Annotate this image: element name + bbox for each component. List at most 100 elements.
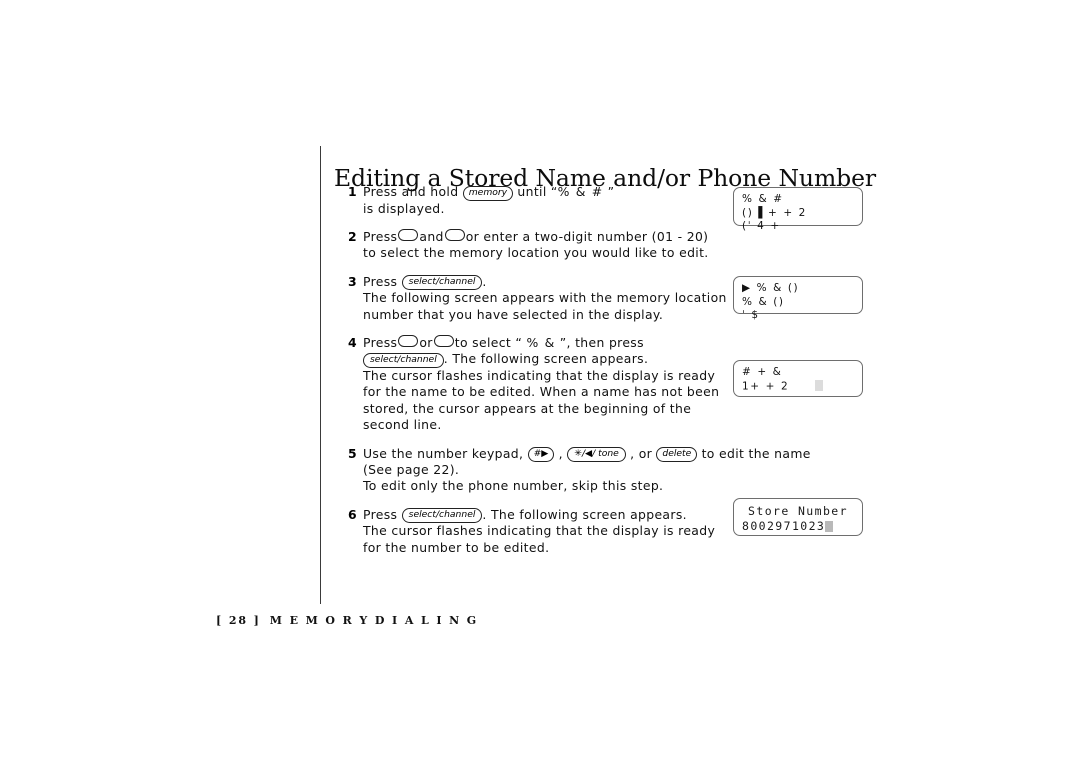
step-number: 6: [348, 506, 357, 522]
step-line: select/channel. The following screen app…: [363, 351, 728, 368]
lcd-display-2: ▶ % & () % & () ˈ $: [733, 276, 863, 321]
step-line: To edit only the phone number, skip this…: [363, 478, 728, 494]
step-line: Press and hold memory until “% & # ”: [363, 184, 728, 201]
lcd3-row-2: 1+ + 2: [742, 379, 854, 394]
key-badge: select/channel: [401, 508, 483, 524]
footer-section-name: M E M O R Y D I A L I N G: [269, 614, 479, 627]
step-number: 4: [348, 335, 357, 351]
instruction-steps-list: 1 Press and hold memory until “% & # ” is …: [348, 184, 810, 568]
lcd3-row-2-text: 1+ + 2: [742, 380, 790, 392]
lcd3-cursor-block: [815, 379, 824, 391]
lcd3-row-1: # + &: [742, 366, 783, 378]
text-run: to select the memory location you would …: [363, 245, 709, 261]
instruction-step: 3 Press select/channel. The following scre…: [348, 274, 728, 323]
step-line: Press or to select “ % & ”, then press: [363, 335, 728, 351]
instruction-step: 1 Press and hold memory until “% & # ” is …: [348, 184, 728, 217]
text-run: . The following screen appears.: [482, 506, 687, 522]
text-run: ”, then press: [555, 335, 644, 351]
step-number: 1: [348, 184, 357, 199]
lcd-display-4: Store Number 8002971023: [733, 498, 863, 536]
text-run: Press: [363, 228, 398, 244]
text-run: . The following screen appears.: [443, 351, 649, 367]
text-run: To edit only the phone number, skip this…: [363, 478, 664, 494]
page-vertical-rule: [320, 146, 321, 604]
step-line: The cursor flashes indicating that the d…: [363, 368, 728, 384]
key-badge: #▶: [527, 447, 555, 463]
lcd4-title-row: Store Number: [748, 504, 848, 518]
key-badge: select/channel: [401, 275, 483, 291]
text-run: to select “: [454, 335, 527, 351]
text-run: for the name to be edited. When a name h…: [363, 384, 720, 400]
text-run: Press: [363, 506, 402, 522]
text-run: number that you have selected in the dis…: [363, 306, 664, 322]
text-run: is displayed.: [363, 200, 445, 216]
step-line: stored, the cursor appears at the beginn…: [363, 401, 728, 417]
text-run: and: [419, 228, 444, 244]
step-line: Press select/channel. The following scre…: [363, 507, 728, 524]
manual-page: Editing a Stored Name and/or Phone Numbe…: [0, 0, 1080, 763]
blank-oval-button-icon: [398, 335, 419, 348]
step-line: Press select/channel.: [363, 274, 728, 291]
lcd-display-3: # + & 1+ + 2: [733, 360, 863, 397]
text-run: until “: [513, 184, 558, 199]
key-badge: delete: [656, 447, 698, 463]
text-run: ,: [554, 445, 568, 461]
step-number: 2: [348, 228, 357, 244]
blank-oval-button-icon: [433, 335, 454, 348]
step-number: 5: [348, 445, 357, 461]
lcd-display-1: % & # () ▌+ + 2 (ˈ 4 +: [733, 187, 863, 232]
text-run: The following screen appears with the me…: [363, 290, 727, 306]
lcd2-row-3: ˈ $: [742, 309, 760, 321]
blank-oval-button-icon: [444, 228, 465, 241]
blank-oval-button-icon: [398, 228, 419, 241]
step-line: Press and or enter a two-digit number (01 …: [363, 228, 728, 245]
step-text: Press select/channel. The following scree…: [363, 274, 728, 323]
text-run: Press and hold: [363, 184, 463, 199]
text-run: Press: [363, 335, 398, 351]
text-run: or: [419, 335, 433, 351]
text-run: for the number to be edited.: [363, 539, 550, 555]
text-run: , or: [625, 445, 657, 461]
step-line: The cursor flashes indicating that the d…: [363, 523, 728, 539]
text-run: .: [482, 273, 487, 289]
step-line: Use the number keypad, #▶ , ✳/◀/ tone , …: [363, 445, 810, 463]
text-run: Use the number keypad,: [363, 445, 528, 461]
instruction-step: 6 Press select/channel. The following scr…: [348, 507, 728, 556]
garbled-display-text: % & #: [557, 184, 604, 199]
instruction-step: 5 Use the number keypad, #▶ , ✳/◀/ tone ,…: [348, 445, 810, 495]
step-text: Press select/channel. The following scre…: [363, 507, 728, 556]
text-run: or enter a two-digit number (01 - 20): [465, 228, 709, 244]
step-text: Press and hold memory until “% & # ” is d…: [363, 184, 728, 217]
lcd4-cursor-block: [825, 520, 834, 532]
text-run: The cursor flashes indicating that the d…: [363, 367, 716, 383]
text-run: stored, the cursor appears at the beginn…: [363, 400, 692, 416]
text-run: Press: [363, 273, 402, 289]
step-text: Press or to select “ % & ”, then press sele…: [363, 335, 728, 434]
lcd1-row-3: (ˈ 4 +: [742, 220, 781, 232]
lcd4-number-row: 8002971023: [742, 519, 854, 534]
step-number: 3: [348, 273, 357, 289]
lcd2-row-2: % & (): [742, 295, 785, 308]
step-line: for the name to be edited. When a name h…: [363, 384, 728, 400]
text-run: to edit the name: [697, 445, 811, 461]
key-badge: memory: [462, 185, 514, 201]
step-line: for the number to be edited.: [363, 540, 728, 556]
garbled-display-text: % &: [526, 335, 556, 351]
lcd1-row-2: () ▌+ + 2: [742, 206, 807, 219]
text-run: The cursor flashes indicating that the d…: [363, 523, 716, 539]
page-footer: [ 28 ] M E M O R Y D I A L I N G: [216, 614, 478, 627]
step-text: Use the number keypad, #▶ , ✳/◀/ tone , …: [363, 445, 810, 495]
text-run: ”: [603, 184, 615, 199]
instruction-step: 2 Press and or enter a two-digit number (01…: [348, 228, 728, 262]
key-badge: select/channel: [363, 352, 444, 368]
step-line: number that you have selected in the dis…: [363, 307, 728, 323]
lcd1-row-1: % & #: [742, 193, 784, 205]
lcd4-number-text: 8002971023: [742, 519, 826, 533]
footer-page-number: [ 28 ]: [216, 614, 261, 627]
text-run: second line.: [363, 417, 442, 433]
step-line: second line.: [363, 417, 728, 433]
step-line: is displayed.: [363, 201, 728, 217]
text-run: (See page 22).: [363, 462, 460, 478]
step-text: Press and or enter a two-digit number (01 …: [363, 228, 728, 262]
instruction-step: 4 Press or to select “ % & ”, then press sel…: [348, 335, 728, 434]
